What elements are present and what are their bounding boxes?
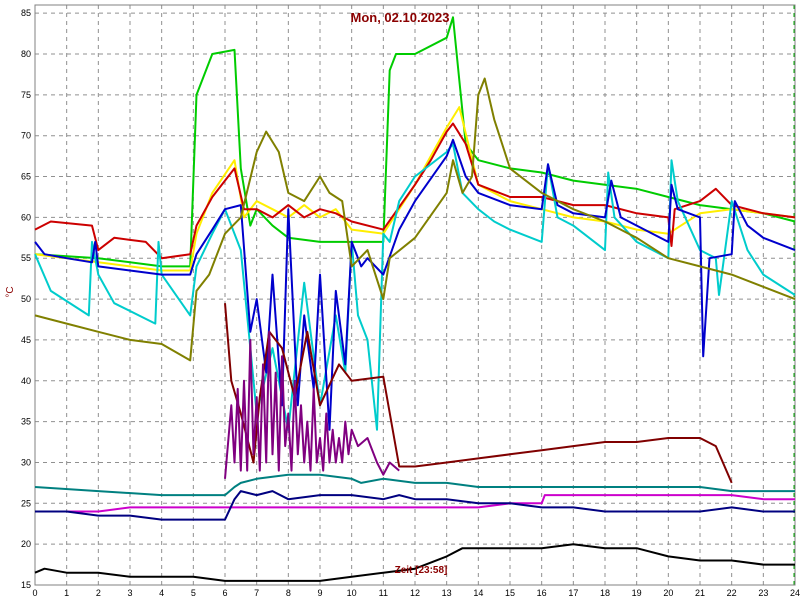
y-tick-label: 35 [21,417,31,427]
y-tick-label: 70 [21,131,31,141]
x-tick-label: 22 [727,588,737,598]
y-tick-label: 25 [21,498,31,508]
y-tick-label: 60 [21,212,31,222]
x-tick-label: 18 [600,588,610,598]
x-tick-label: 16 [537,588,547,598]
x-tick-label: 12 [410,588,420,598]
x-tick-label: 20 [663,588,673,598]
grid [35,5,795,586]
x-tick-label: 11 [379,588,388,598]
x-tick-label: 14 [473,588,483,598]
y-tick-label: 55 [21,253,31,263]
temperature-chart: 0 1 2 3 4 5 6 7 8 9 10 11 12 13 14 15 16 17 18 19 20 21 22 23 24… [0,0,800,600]
x-tick-label: 8 [286,588,291,598]
y-tick-label: 85 [21,8,31,18]
y-tick-label: 75 [21,90,31,100]
time-label: Zeit [23:58] [395,565,448,576]
x-tick-label: 23 [758,588,768,598]
y-tick-label: 30 [21,457,31,467]
y-tick-label: 45 [21,335,31,345]
y-tick-label: 15 [21,580,31,590]
y-tick-label: 20 [21,539,31,549]
x-tick-label: 4 [159,588,164,598]
y-axis-label: °C [5,286,16,297]
x-tick-label: 0 [32,588,37,598]
x-tick-label: 5 [191,588,196,598]
x-tick-label: 7 [254,588,259,598]
x-tick-label: 24 [790,588,800,598]
y-tick-label: 50 [21,294,31,304]
x-tick-label: 13 [442,588,452,598]
x-tick-label: 21 [695,588,705,598]
x-tick-label: 1 [64,588,69,598]
x-tick-label: 9 [317,588,322,598]
x-tick-label: 10 [347,588,357,598]
chart-title: Mon, 02.10.2023 [351,10,450,25]
x-tick-label: 19 [632,588,642,598]
x-tick-label: 3 [127,588,132,598]
x-tick-label: 15 [505,588,515,598]
chart-svg: 0 1 2 3 4 5 6 7 8 9 10 11 12 13 14 15 16 17 18 19 20 21 22 23 24… [5,4,800,598]
x-tick-label: 2 [96,588,101,598]
y-tick-label: 40 [21,376,31,386]
x-tick-label: 17 [568,588,578,598]
x-tick-label: 6 [222,588,227,598]
axes: 0 1 2 3 4 5 6 7 8 9 10 11 12 13 14 15 16 17 18 19 20 21 22 23 24… [21,4,800,598]
y-tick-label: 80 [21,49,31,59]
y-tick-label: 65 [21,172,31,182]
